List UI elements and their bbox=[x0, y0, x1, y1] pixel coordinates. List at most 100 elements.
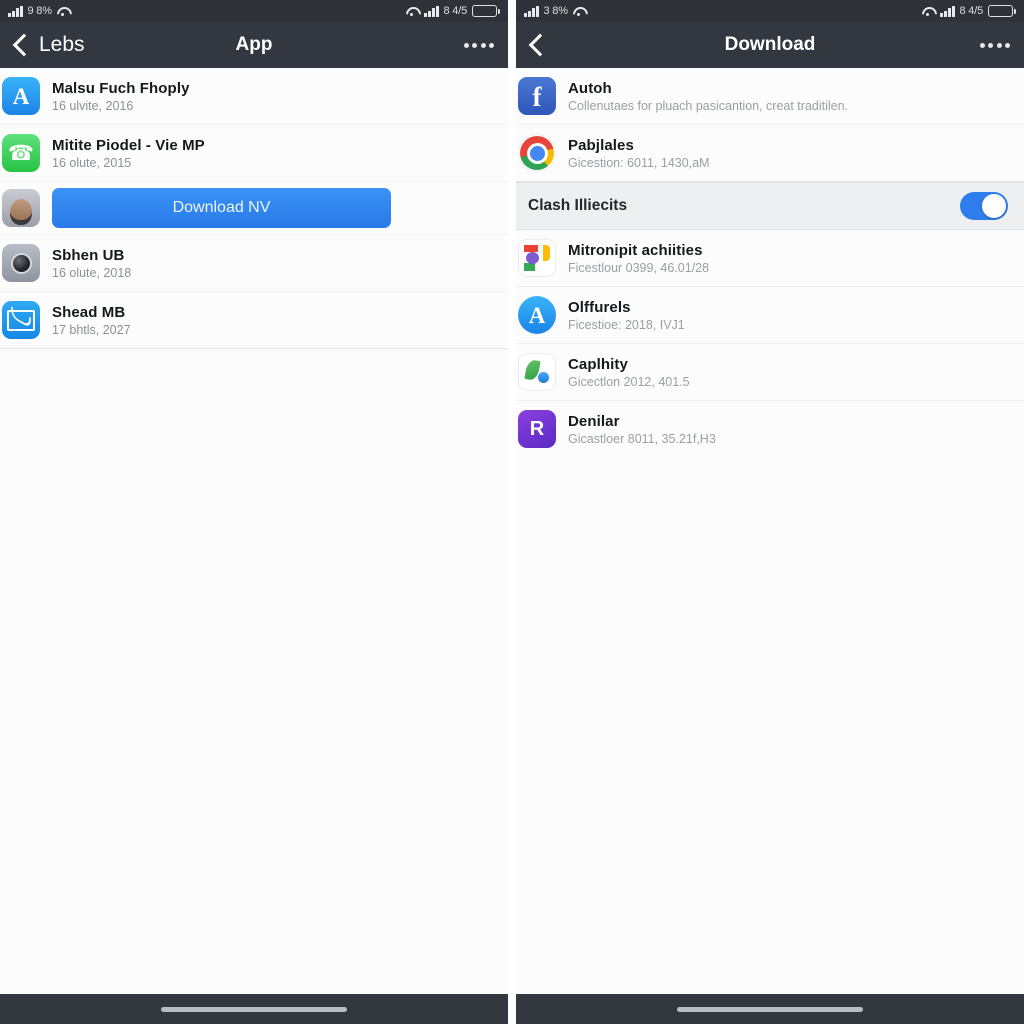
list-item-subtitle: Ficestioe: 2018, IVJ1 bbox=[568, 317, 685, 332]
wifi-icon bbox=[57, 6, 70, 16]
list-item-subtitle: Gicastloer 8011, 35.21f,H3 bbox=[568, 431, 716, 446]
battery-icon bbox=[472, 5, 500, 17]
list-item[interactable]: ☎ Mitite Piodel - Vie MP 16 olute, 2015 bbox=[0, 124, 508, 181]
chevron-left-icon bbox=[12, 33, 36, 57]
list-item-subtitle: 17 bhtls, 2027 bbox=[52, 322, 131, 337]
dual-phone-screenshot: 9 8% 8 4/5 Lebs App A Malsu Fuch Fhoply … bbox=[0, 0, 1024, 1024]
signal-bars-icon bbox=[8, 5, 23, 17]
list-item-title: Olffurels bbox=[568, 298, 631, 316]
status-right-group: 8 4/5 bbox=[922, 5, 1016, 17]
appstore-icon: A bbox=[518, 296, 556, 334]
back-button-label: Lebs bbox=[39, 33, 85, 56]
chrome-icon bbox=[518, 134, 556, 172]
list-item-text: Caplhity Gicectlon 2012, 401.5 bbox=[568, 356, 1024, 389]
battery-icon bbox=[988, 5, 1016, 17]
list-item-text: Pabjlales Gicestion: 6011, 1430,aM bbox=[568, 137, 1024, 170]
home-indicator[interactable] bbox=[677, 1006, 863, 1012]
left-empty-area bbox=[0, 349, 508, 994]
droplet-icon bbox=[518, 353, 556, 391]
back-button[interactable] bbox=[528, 33, 555, 57]
wifi-icon bbox=[573, 6, 586, 16]
status-right-text: 8 4/5 bbox=[959, 4, 984, 17]
chevron-left-icon bbox=[528, 33, 552, 57]
list-item-text: Mitronipit achiities Ficestlour 0399, 46… bbox=[568, 242, 1024, 275]
appstore-icon: A bbox=[2, 77, 40, 115]
right-phone-panel: 3 8% 8 4/5 Download f Autoh Collenutaes … bbox=[516, 0, 1024, 1024]
list-item[interactable]: Shead MB 17 bhtls, 2027 bbox=[0, 291, 508, 348]
list-item-text: Denilar Gicastloer 8011, 35.21f,H3 bbox=[568, 413, 1024, 446]
signal-bars-icon-secondary bbox=[940, 5, 955, 17]
list-item-subtitle: Gicectlon 2012, 401.5 bbox=[568, 374, 690, 389]
list-item-subtitle: Gicestion: 6011, 1430,aM bbox=[568, 155, 710, 170]
google-photos-icon bbox=[518, 239, 556, 277]
left-home-indicator-area bbox=[0, 994, 508, 1024]
list-item-text: Mitite Piodel - Vie MP 16 olute, 2015 bbox=[52, 137, 508, 170]
list-item-title: Malsu Fuch Fhoply bbox=[52, 79, 190, 97]
right-home-indicator-area bbox=[516, 994, 1024, 1024]
wifi-icon-secondary bbox=[922, 6, 935, 16]
list-item-subtitle: 16 olute, 2018 bbox=[52, 265, 132, 280]
list-item-title: Pabjlales bbox=[568, 136, 634, 154]
left-status-bar: 9 8% 8 4/5 bbox=[0, 0, 508, 22]
mail-icon bbox=[2, 301, 40, 339]
home-indicator[interactable] bbox=[161, 1006, 347, 1012]
left-nav-bar: Lebs App bbox=[0, 22, 508, 68]
toggle-knob bbox=[982, 194, 1006, 218]
section-title: Clash Illiecits bbox=[528, 197, 628, 214]
right-status-bar: 3 8% 8 4/5 bbox=[516, 0, 1024, 22]
section-toggle-switch[interactable] bbox=[960, 192, 1008, 220]
right-top-list: f Autoh Collenutaes for pluach pasicanti… bbox=[516, 68, 1024, 182]
list-item-title: Shead MB bbox=[52, 303, 126, 321]
list-item[interactable]: R Denilar Gicastloer 8011, 35.21f,H3 bbox=[516, 400, 1024, 457]
left-phone-panel: 9 8% 8 4/5 Lebs App A Malsu Fuch Fhoply … bbox=[0, 0, 508, 1024]
list-item-text: Shead MB 17 bhtls, 2027 bbox=[52, 304, 508, 337]
facebook-icon: f bbox=[518, 77, 556, 115]
status-left-group: 3 8% bbox=[524, 4, 586, 17]
right-bottom-list: Mitronipit achiities Ficestlour 0399, 46… bbox=[516, 230, 1024, 457]
camera-icon bbox=[2, 244, 40, 282]
back-button[interactable]: Lebs bbox=[12, 33, 85, 57]
list-item[interactable]: f Autoh Collenutaes for pluach pasicanti… bbox=[516, 68, 1024, 124]
status-right-text: 8 4/5 bbox=[443, 4, 468, 17]
status-left-text: 3 8% bbox=[543, 4, 568, 17]
download-row: Download NV bbox=[0, 181, 508, 234]
wifi-icon-secondary bbox=[406, 6, 419, 16]
right-empty-area bbox=[516, 457, 1024, 994]
list-item[interactable]: Sbhen UB 16 olute, 2018 bbox=[0, 234, 508, 291]
list-item-title: Denilar bbox=[568, 412, 620, 430]
list-item-title: Sbhen UB bbox=[52, 246, 125, 264]
purple-r-icon: R bbox=[518, 410, 556, 448]
page-title: Download bbox=[724, 34, 816, 55]
list-item-text: Autoh Collenutaes for pluach pasicantion… bbox=[568, 80, 1024, 113]
phone-icon: ☎ bbox=[2, 134, 40, 172]
status-right-group: 8 4/5 bbox=[406, 5, 500, 17]
left-app-list: A Malsu Fuch Fhoply 16 ulvite, 2016 ☎ Mi… bbox=[0, 68, 508, 349]
more-dots-icon[interactable] bbox=[463, 42, 494, 48]
list-item-subtitle: 16 olute, 2015 bbox=[52, 155, 132, 170]
list-item-title: Caplhity bbox=[568, 355, 628, 373]
list-item[interactable]: Mitronipit achiities Ficestlour 0399, 46… bbox=[516, 230, 1024, 286]
list-item[interactable]: A Malsu Fuch Fhoply 16 ulvite, 2016 bbox=[0, 68, 508, 124]
status-left-text: 9 8% bbox=[27, 4, 52, 17]
list-item-text: Olffurels Ficestioe: 2018, IVJ1 bbox=[568, 299, 1024, 332]
list-item[interactable]: A Olffurels Ficestioe: 2018, IVJ1 bbox=[516, 286, 1024, 343]
signal-bars-icon-secondary bbox=[424, 5, 439, 17]
list-item-text: Malsu Fuch Fhoply 16 ulvite, 2016 bbox=[52, 80, 508, 113]
download-button[interactable]: Download NV bbox=[52, 188, 391, 228]
panel-divider bbox=[508, 0, 516, 1024]
contact-photo-icon bbox=[2, 189, 40, 227]
list-item[interactable]: Pabjlales Gicestion: 6011, 1430,aM bbox=[516, 124, 1024, 181]
status-left-group: 9 8% bbox=[8, 4, 70, 17]
right-nav-bar: Download bbox=[516, 22, 1024, 68]
list-item-subtitle: Collenutaes for pluach pasicantion, crea… bbox=[568, 98, 849, 113]
list-item-subtitle: Ficestlour 0399, 46.01/28 bbox=[568, 260, 710, 275]
list-item-text: Sbhen UB 16 olute, 2018 bbox=[52, 247, 508, 280]
list-item-title: Mitronipit achiities bbox=[568, 241, 703, 259]
list-item-subtitle: 16 ulvite, 2016 bbox=[52, 98, 134, 113]
signal-bars-icon bbox=[524, 5, 539, 17]
list-item-title: Mitite Piodel - Vie MP bbox=[52, 136, 205, 154]
list-item-title: Autoh bbox=[568, 79, 612, 97]
section-toggle-row: Clash Illiecits bbox=[516, 182, 1024, 230]
list-item[interactable]: Caplhity Gicectlon 2012, 401.5 bbox=[516, 343, 1024, 400]
more-dots-icon[interactable] bbox=[979, 42, 1010, 48]
